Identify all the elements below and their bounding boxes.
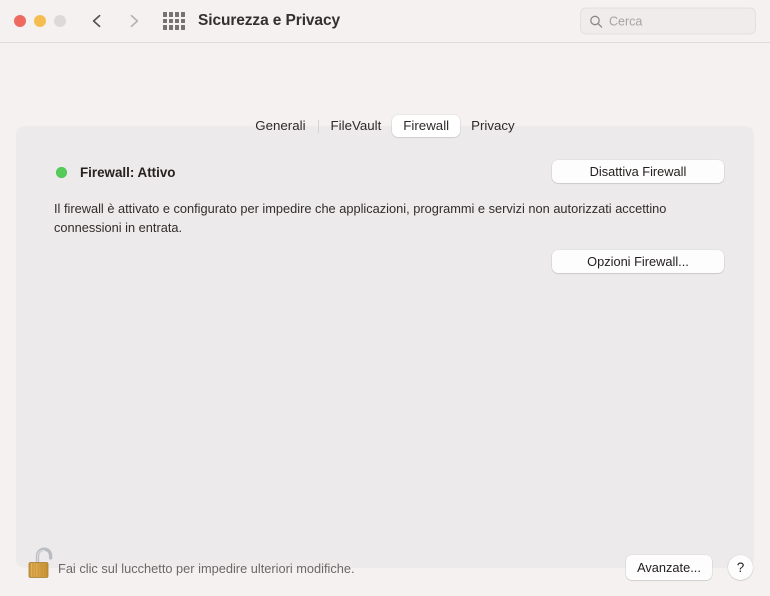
footer-bar: Fai clic sul lucchetto per impedire ulte… [0,526,770,596]
zoom-window-button[interactable] [54,15,66,27]
tab-generali[interactable]: Generali [244,115,316,137]
tab-filevault[interactable]: FileVault [320,115,393,137]
titlebar: Sicurezza e Privacy [0,0,770,43]
status-badge: Firewall: Attivo [80,165,176,180]
search-input[interactable] [609,14,747,28]
search-field[interactable] [580,7,756,35]
system-preferences-window: Sicurezza e Privacy Generali FileVault F… [0,0,770,596]
firewall-options-button[interactable]: Opzioni Firewall... [552,250,724,273]
unlocked-padlock-icon[interactable] [24,543,58,583]
status-dot-icon [56,167,67,178]
grid-view-icon[interactable] [163,12,185,30]
tab-privacy[interactable]: Privacy [460,115,526,137]
firewall-description: Il firewall è attivato e configurato per… [54,201,667,235]
segmented-tab-control: Generali FileVault Firewall Privacy [242,114,527,138]
preferences-body: Generali FileVault Firewall Privacy Fire… [0,43,770,596]
close-window-button[interactable] [14,15,26,27]
minimize-window-button[interactable] [34,15,46,27]
chevron-left-icon[interactable] [88,12,106,30]
firewall-status-row: Firewall: Attivo [56,165,175,180]
traffic-lights [14,15,66,27]
search-icon [589,14,603,28]
firewall-panel: Firewall: Attivo Disattiva Firewall Il f… [16,126,754,568]
tab-firewall[interactable]: Firewall [392,115,461,137]
tab-bar: Generali FileVault Firewall Privacy [0,114,770,138]
chevron-right-icon[interactable] [125,12,143,30]
navigation-arrows [88,12,143,30]
advanced-button[interactable]: Avanzate... [626,555,712,580]
lock-message: Fai clic sul lucchetto per impedire ulte… [58,561,355,576]
help-button[interactable]: ? [728,555,753,580]
tab-separator [317,119,319,133]
disable-firewall-button[interactable]: Disattiva Firewall [552,160,724,183]
page-title: Sicurezza e Privacy [198,12,340,29]
